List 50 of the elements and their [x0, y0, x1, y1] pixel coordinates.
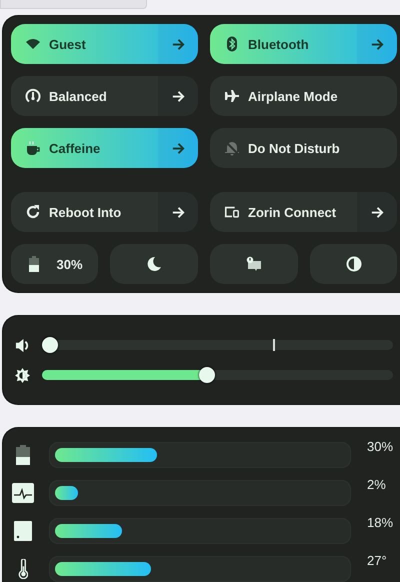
arrow-right-icon — [370, 204, 384, 220]
battery-button[interactable]: 30% — [11, 244, 98, 284]
menu-button[interactable] — [158, 192, 198, 232]
arrow-right-icon — [170, 204, 186, 220]
bluetooth-icon — [224, 36, 240, 52]
thermometer-icon — [18, 559, 28, 579]
toggle-button[interactable]: Reboot Into — [11, 192, 158, 232]
slider-thumb[interactable] — [198, 367, 215, 383]
toggle-button[interactable]: Balanced — [11, 76, 158, 116]
arrow-right-icon — [170, 36, 186, 52]
contrast-button[interactable] — [310, 244, 397, 284]
menu-button[interactable] — [357, 192, 397, 232]
usage-reading: 2% — [367, 477, 386, 492]
devices-icon — [224, 204, 240, 220]
refresh-icon — [25, 204, 41, 220]
brightness-slider[interactable] — [42, 367, 393, 383]
usage-reading: 27° — [367, 553, 387, 568]
menu-button[interactable] — [158, 24, 198, 64]
arrow-right-icon — [170, 140, 186, 156]
volume-slider[interactable] — [42, 337, 393, 353]
pulse-icon — [12, 483, 34, 503]
arrow-right-icon — [370, 36, 384, 52]
menu-button[interactable] — [158, 128, 198, 168]
battery-icon — [16, 445, 30, 465]
speaker-icon — [15, 338, 30, 352]
notice-button[interactable] — [210, 244, 298, 284]
menu-button[interactable] — [357, 24, 397, 64]
toggle-button[interactable]: Caffeine — [11, 128, 158, 168]
toggle-button[interactable]: Zorin Connect — [210, 192, 357, 232]
toggle-button[interactable]: Bluetooth — [210, 24, 357, 64]
usage-reading: 30% — [367, 439, 394, 454]
menu-button[interactable] — [158, 76, 198, 116]
night-button[interactable] — [110, 244, 198, 284]
usage-reading: 18% — [367, 515, 394, 530]
gauge-icon — [25, 88, 41, 104]
coffee-cup-icon — [25, 140, 41, 156]
arrow-right-icon — [170, 88, 186, 104]
toggle-button[interactable]: Do Not Disturb — [210, 128, 397, 168]
moon-icon — [146, 256, 162, 272]
toggle-button[interactable]: Airplane Mode — [210, 76, 397, 116]
drive-icon — [14, 521, 32, 541]
tick-mark — [272, 339, 275, 351]
toggle-button[interactable]: Guest — [11, 24, 158, 64]
muted-bell-icon — [224, 140, 240, 156]
airplane-icon — [224, 88, 240, 104]
wifi-icon — [25, 36, 41, 52]
slider-thumb[interactable] — [42, 337, 58, 353]
brightness-icon — [15, 368, 30, 382]
contrast-icon — [346, 256, 362, 272]
notification-icon — [246, 256, 262, 272]
